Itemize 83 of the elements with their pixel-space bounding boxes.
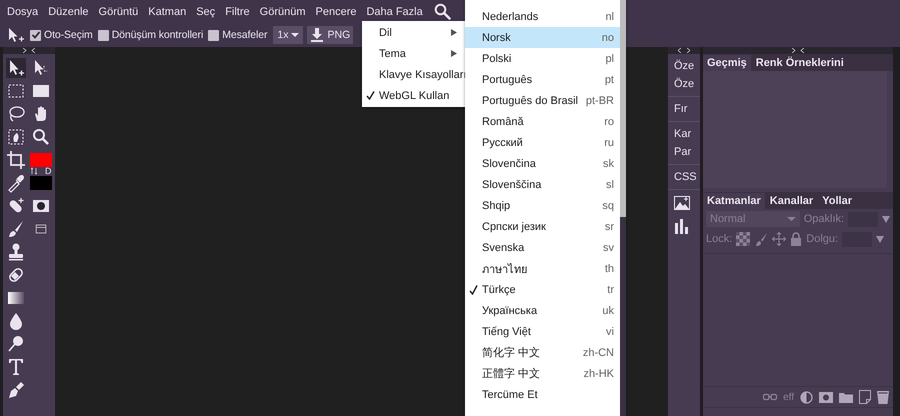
- new-layer-icon[interactable]: [859, 390, 871, 404]
- menu-item[interactable]: Pencere: [310, 2, 362, 20]
- panel-shortcut[interactable]: Kar: [668, 125, 700, 143]
- language-option[interactable]: 简化字 中文 zh-CN: [465, 342, 620, 363]
- export-button[interactable]: PNG: [307, 26, 354, 44]
- language-option[interactable]: Português do Brasil pt-BR: [465, 90, 620, 111]
- download-icon: [310, 28, 324, 42]
- scrollbar-thumb[interactable]: [620, 0, 626, 217]
- checkbox[interactable]: [98, 30, 109, 40]
- trash-icon[interactable]: [877, 390, 889, 404]
- menu-item[interactable]: Görüntü: [94, 2, 144, 20]
- mask-icon[interactable]: [819, 392, 833, 402]
- checkbox[interactable]: [30, 30, 41, 40]
- scale-dropdown[interactable]: 1x: [273, 26, 304, 44]
- panel-tab[interactable]: Katmanlar: [703, 193, 765, 209]
- language-option[interactable]: Українська uk: [465, 300, 620, 321]
- dropdown-arrow-icon[interactable]: [882, 216, 890, 222]
- menu-item[interactable]: Görünüm: [254, 2, 310, 20]
- menu-item[interactable]: Seç: [191, 2, 220, 20]
- folder-icon[interactable]: [839, 392, 853, 402]
- language-option[interactable]: ภาษาไทย th: [465, 258, 620, 279]
- checkbox-label: Dönüşüm kontrolleri: [112, 29, 204, 41]
- menu-item[interactable]: WebGL Kullan: [362, 85, 465, 106]
- checkbox-label: Oto-Seçim: [44, 29, 93, 41]
- language-option[interactable]: Русский ru: [465, 132, 620, 153]
- language-option[interactable]: Shqip sq: [465, 195, 620, 216]
- image-icon[interactable]: [674, 196, 690, 210]
- move-tool-icon[interactable]: [6, 58, 26, 78]
- language-option[interactable]: Português pt: [465, 69, 620, 90]
- language-option[interactable]: Türkçe tr: [465, 279, 620, 300]
- language-option[interactable]: Slovenčina sk: [465, 153, 620, 174]
- fill-label: Dolgu:: [806, 233, 838, 245]
- language-option[interactable]: Norsk no: [465, 27, 620, 48]
- eyedropper-icon[interactable]: [6, 172, 26, 192]
- collapse-handle[interactable]: [703, 47, 893, 54]
- move-tool-icon[interactable]: [7, 27, 25, 43]
- histogram-icon[interactable]: [674, 218, 690, 234]
- foreground-color-swatch[interactable]: [30, 152, 52, 166]
- crop-icon[interactable]: [6, 150, 26, 170]
- language-option[interactable]: Tercüme Et: [465, 384, 620, 405]
- panel-shortcut[interactable]: Öze: [668, 57, 700, 75]
- menu-item[interactable]: Katman: [143, 2, 192, 20]
- quick-selection-icon[interactable]: [6, 126, 26, 146]
- background-color-swatch[interactable]: [30, 176, 52, 190]
- opacity-label: Opaklık:: [804, 213, 844, 225]
- adjustment-icon[interactable]: [800, 390, 813, 404]
- collapse-handle[interactable]: [3, 47, 55, 54]
- panel-tab[interactable]: Geçmiş: [703, 55, 751, 71]
- language-option[interactable]: Tiếng Việt vi: [465, 321, 620, 342]
- menu-item[interactable]: Düzenle: [43, 2, 94, 20]
- lock-label: Lock:: [706, 233, 732, 245]
- language-option[interactable]: Svenska sv: [465, 237, 620, 258]
- menu-item[interactable]: Klavye Kısayolları: [362, 64, 465, 85]
- dodge-icon[interactable]: [6, 334, 26, 354]
- menu-item[interactable]: Daha Fazla: [361, 2, 428, 20]
- move-arrows-icon[interactable]: [772, 232, 786, 246]
- language-option[interactable]: Nederlands nl: [465, 6, 620, 27]
- caret-icon: [786, 216, 796, 222]
- menu-item[interactable]: Filtre: [220, 2, 255, 20]
- panel-shortcut[interactable]: CSS: [668, 168, 700, 186]
- panel-shortcut[interactable]: Par: [668, 143, 700, 161]
- lock-icon[interactable]: [790, 232, 802, 246]
- caret-icon: [291, 32, 300, 38]
- link-icon[interactable]: [763, 393, 778, 401]
- menu-item[interactable]: Dosya: [2, 2, 44, 20]
- language-option[interactable]: 正體字 中文 zh-HK: [465, 363, 620, 384]
- menu-item[interactable]: Tema: [362, 43, 465, 64]
- checkbox-label: Mesafeler: [222, 29, 268, 41]
- dropdown-arrow-icon[interactable]: [876, 236, 884, 242]
- language-option[interactable]: Polski pl: [465, 48, 620, 69]
- menu-item[interactable]: Dil: [362, 22, 465, 43]
- language-option[interactable]: Slovenščina sl: [465, 174, 620, 195]
- checkbox[interactable]: [208, 30, 220, 40]
- search-icon[interactable]: [434, 3, 451, 20]
- checkerboard-icon[interactable]: [736, 232, 750, 246]
- zoom-icon[interactable]: [30, 126, 50, 146]
- language-option[interactable]: Română ro: [465, 111, 620, 132]
- panel-shortcut[interactable]: Fır: [668, 100, 700, 118]
- language-option[interactable]: Српски језик sr: [465, 216, 620, 237]
- default-colors-button[interactable]: D: [45, 166, 52, 176]
- swap-colors-icon[interactable]: [30, 167, 38, 175]
- panel-shortcut[interactable]: Öze: [668, 75, 700, 93]
- collapse-handle[interactable]: [668, 47, 700, 54]
